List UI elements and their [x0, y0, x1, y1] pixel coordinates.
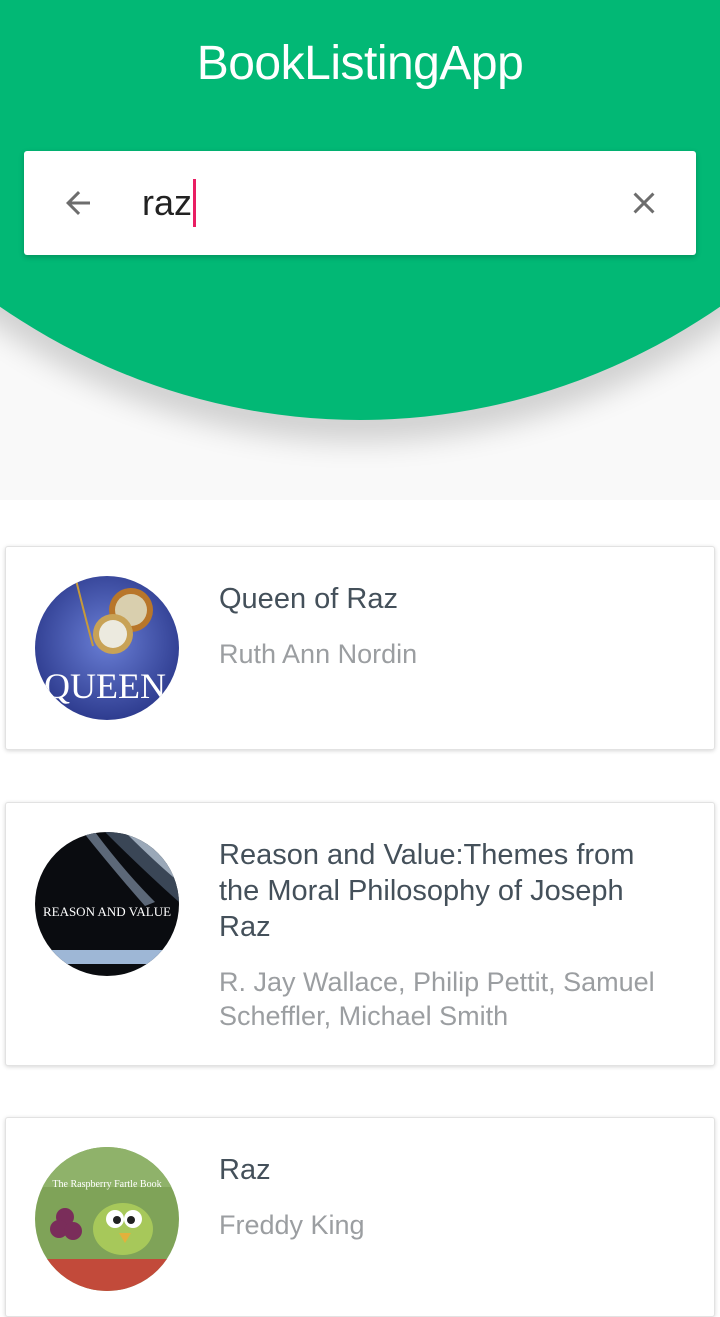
arrow-back-icon: [66, 191, 90, 215]
cover-title-text: The Raspberry Fartle Book: [52, 1179, 161, 1190]
book-author: Ruth Ann Nordin: [219, 639, 418, 669]
book-author: Freddy King: [219, 1210, 365, 1240]
book-cover-image: The Raspberry Fartle Book: [35, 1147, 179, 1291]
search-query: raz: [142, 182, 193, 223]
search-input[interactable]: raz: [142, 179, 197, 227]
back-button[interactable]: [54, 179, 102, 227]
app-title: BookListingApp: [196, 37, 524, 90]
text-cursor: [193, 179, 197, 227]
close-icon: [633, 192, 655, 214]
book-title: Queen of Raz: [219, 583, 398, 615]
book-cover-image: QUEEN: [35, 576, 179, 720]
book-cover: REASON AND VALUE: [35, 832, 179, 976]
book-cover-image: REASON AND VALUE: [35, 832, 179, 976]
cover-title-text: QUEEN: [44, 666, 166, 706]
search-bar: raz: [24, 151, 696, 255]
book-title: Reason and Value:Themes from the Moral P…: [219, 839, 635, 943]
book-card[interactable]: The Raspberry Fartle Book Raz Freddy Kin…: [5, 1117, 715, 1317]
clear-search-button[interactable]: [620, 179, 668, 227]
book-card[interactable]: QUEEN Queen of Raz Ruth Ann Nordin: [5, 546, 715, 750]
book-title: Raz: [219, 1154, 271, 1186]
book-author: R. Jay Wallace, Philip Pettit, Samuel Sc…: [219, 967, 655, 1031]
cover-title-text: REASON AND VALUE: [43, 904, 171, 919]
book-card[interactable]: REASON AND VALUE Reason and Value:Themes…: [5, 802, 715, 1066]
book-cover: The Raspberry Fartle Book: [35, 1147, 179, 1291]
book-cover: QUEEN: [35, 576, 179, 720]
